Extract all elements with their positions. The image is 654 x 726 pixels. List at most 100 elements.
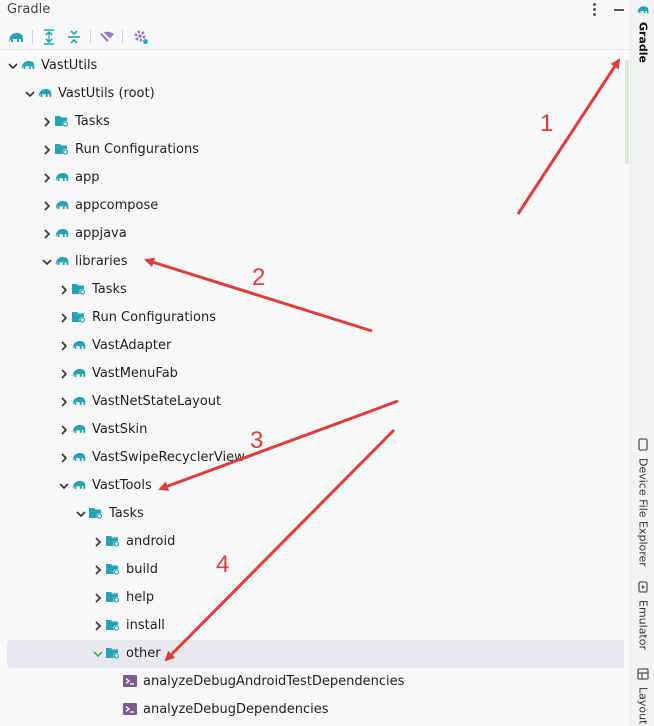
- chevron-right-icon[interactable]: [92, 592, 104, 604]
- gradle-elephant-icon: [54, 170, 70, 186]
- side-tab-label: Emulator: [636, 600, 650, 650]
- chevron-right-icon[interactable]: [58, 424, 70, 436]
- chevron-right-icon[interactable]: [41, 172, 53, 184]
- chevron-down-icon[interactable]: [7, 60, 19, 72]
- tree-row[interactable]: VastUtils: [0, 52, 624, 80]
- side-tab-gradle[interactable]: Gradle: [631, 4, 654, 63]
- tree-row[interactable]: appcompose: [0, 192, 624, 220]
- tree-row[interactable]: VastUtils (root): [0, 80, 624, 108]
- side-tab-device-file-explorer[interactable]: Device File Explorer: [631, 438, 654, 567]
- tool-window-header: Gradle: [0, 0, 630, 22]
- gradle-elephant-icon: [71, 338, 87, 354]
- chevron-right-icon[interactable]: [58, 396, 70, 408]
- chevron-right-icon[interactable]: [92, 620, 104, 632]
- chevron-right-icon[interactable]: [58, 340, 70, 352]
- tree-row[interactable]: Tasks: [0, 276, 624, 304]
- tree-row[interactable]: VastAdapter: [0, 332, 624, 360]
- tree-row-label: VastAdapter: [92, 338, 172, 353]
- gradle-tool-window: Gradle VastUtils VastUtils (root) Tasks Run…: [0, 0, 630, 726]
- side-tab-layout[interactable]: Layout: [631, 668, 654, 724]
- gradle-toolbar: [0, 24, 630, 50]
- tree-row-label: app: [75, 170, 100, 185]
- tree-row-label: VastTools: [92, 478, 152, 493]
- tree-row-label: Run Configurations: [92, 310, 216, 325]
- collapse-all-icon[interactable]: [64, 27, 84, 47]
- chevron-right-icon[interactable]: [92, 564, 104, 576]
- chevron-down-icon[interactable]: [41, 256, 53, 268]
- gradle-task-icon: [122, 702, 138, 718]
- chevron-right-icon[interactable]: [41, 116, 53, 128]
- tree-row[interactable]: Tasks: [0, 500, 624, 528]
- gradle-elephant-icon: [71, 478, 87, 494]
- tree-row-label: appjava: [75, 226, 127, 241]
- tree-row[interactable]: VastMenuFab: [0, 360, 624, 388]
- tree-row-label: VastSwipeRecyclerView: [92, 450, 245, 465]
- tree-scrollbar[interactable]: [625, 60, 629, 164]
- gradle-project-tree: VastUtils VastUtils (root) Tasks Run Config…: [0, 52, 624, 726]
- chevron-down-icon[interactable]: [75, 508, 87, 520]
- tree-row[interactable]: VastSwipeRecyclerView: [0, 444, 624, 472]
- more-options-icon[interactable]: [589, 2, 599, 18]
- tree-row-label: Tasks: [92, 282, 127, 297]
- tree-row[interactable]: libraries: [0, 248, 624, 276]
- tasks-folder-icon: [105, 646, 121, 662]
- tasks-folder-icon: [54, 142, 70, 158]
- tree-row[interactable]: VastTools: [0, 472, 624, 500]
- tree-row[interactable]: android: [0, 528, 624, 556]
- tree-row[interactable]: help: [0, 584, 624, 612]
- tree-row-label: install: [126, 618, 165, 633]
- tree-row[interactable]: build: [0, 556, 624, 584]
- tree-row[interactable]: app: [0, 164, 624, 192]
- chevron-right-icon[interactable]: [58, 312, 70, 324]
- chevron-down-icon[interactable]: [58, 480, 70, 492]
- annotation-number: 4: [216, 551, 230, 578]
- elephant-icon[interactable]: [6, 27, 26, 47]
- gradle-elephant-icon: [20, 58, 36, 74]
- tree-row[interactable]: analyzeDebugAndroidTestDependencies: [0, 668, 624, 696]
- tasks-folder-icon: [105, 618, 121, 634]
- gradle-elephant-icon: [636, 4, 650, 19]
- toggle-offline-icon[interactable]: [97, 27, 117, 47]
- tree-row-label: analyzeDebugAndroidTestDependencies: [143, 674, 405, 689]
- tree-row-label: Tasks: [109, 506, 144, 521]
- tasks-folder-icon: [54, 114, 70, 130]
- chevron-right-icon[interactable]: [41, 144, 53, 156]
- chevron-right-icon[interactable]: [41, 228, 53, 240]
- side-tab-emulator[interactable]: Emulator: [631, 581, 654, 650]
- tree-row[interactable]: VastSkin: [0, 416, 624, 444]
- tree-row[interactable]: Run Configurations: [0, 136, 624, 164]
- chevron-right-icon[interactable]: [41, 200, 53, 212]
- tasks-folder-icon: [105, 534, 121, 550]
- tree-row[interactable]: appjava: [0, 220, 624, 248]
- tree-row[interactable]: other: [7, 640, 624, 668]
- annotation-number: 3: [250, 427, 264, 454]
- tree-row[interactable]: install: [0, 612, 624, 640]
- gradle-task-icon: [122, 674, 138, 690]
- side-tab-label: Device File Explorer: [636, 458, 650, 567]
- tree-row-label: other: [126, 646, 161, 661]
- tree-row[interactable]: VastNetStateLayout: [0, 388, 624, 416]
- gradle-elephant-icon: [54, 198, 70, 214]
- tree-row-label: Tasks: [75, 114, 110, 129]
- expand-all-icon[interactable]: [39, 27, 59, 47]
- annotation-number: 2: [252, 264, 266, 291]
- gradle-elephant-icon: [71, 422, 87, 438]
- tool-window-title: Gradle: [7, 2, 51, 17]
- tasks-folder-icon: [105, 590, 121, 606]
- chevron-right-icon[interactable]: [58, 368, 70, 380]
- gradle-settings-icon[interactable]: [131, 27, 151, 47]
- tree-row[interactable]: Tasks: [0, 108, 624, 136]
- chevron-right-icon[interactable]: [58, 452, 70, 464]
- tree-row-label: VastNetStateLayout: [92, 394, 222, 409]
- minimize-icon[interactable]: [612, 2, 626, 18]
- tree-row-label: help: [126, 590, 155, 605]
- chevron-down-icon[interactable]: [92, 648, 104, 660]
- chevron-down-icon[interactable]: [24, 88, 36, 100]
- chevron-right-icon[interactable]: [58, 284, 70, 296]
- tree-row-label: VastUtils: [41, 58, 98, 73]
- annotation-number: 1: [540, 110, 554, 137]
- chevron-right-icon[interactable]: [92, 536, 104, 548]
- tree-row[interactable]: analyzeDebugDependencies: [0, 696, 624, 724]
- tree-row[interactable]: Run Configurations: [0, 304, 624, 332]
- tasks-folder-icon: [71, 282, 87, 298]
